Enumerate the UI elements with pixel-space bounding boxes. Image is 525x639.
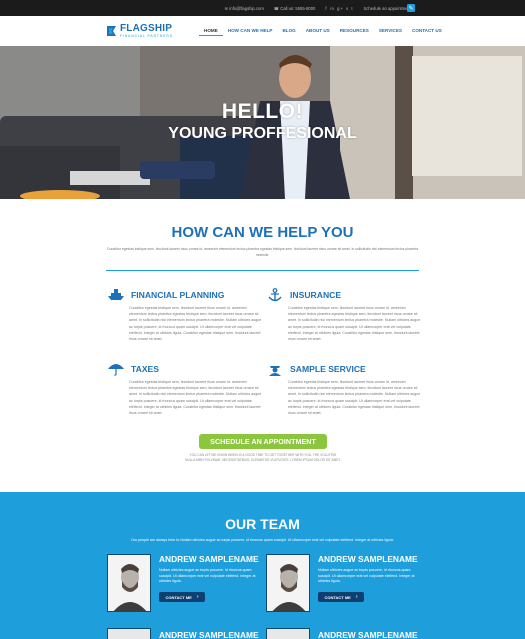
- service-insurance: INSURANCE Curabitur egestas tristique se…: [266, 288, 421, 342]
- service-text: Curabitur egestas tristique sem, tincidu…: [129, 306, 262, 342]
- flag-logo-icon: [106, 25, 117, 38]
- team-member-card: ANDREW SAMPLENAME Nullam ultricies augue…: [107, 554, 262, 612]
- brand-name: FLAGSHIP: [120, 23, 173, 34]
- chevron-right-icon: ›: [196, 594, 199, 600]
- service-taxes: TAXES Curabitur egestas tristique sem, t…: [107, 363, 262, 416]
- member-name: ANDREW SAMPLENAME: [159, 630, 259, 639]
- nav-item-about-us[interactable]: ABOUT US: [301, 26, 335, 36]
- member-name: ANDREW SAMPLENAME: [318, 554, 418, 564]
- umbrella-icon: [107, 362, 125, 376]
- team-intro: Our people are always here to Nullam ult…: [131, 538, 394, 542]
- pencil-icon[interactable]: ✎: [407, 4, 415, 12]
- service-sample-service: SAMPLE SERVICE Curabitur egestas tristiq…: [266, 363, 421, 416]
- avatar: [266, 628, 310, 639]
- ship-icon: [107, 288, 125, 302]
- avatar: [107, 554, 151, 612]
- service-title: SAMPLE SERVICE: [290, 364, 366, 374]
- avatar: [107, 628, 151, 639]
- avatar: [266, 554, 310, 612]
- service-title: FINANCIAL PLANNING: [131, 290, 225, 300]
- schedule-link[interactable]: Schedule an appointment: [364, 6, 412, 11]
- service-title: INSURANCE: [290, 290, 342, 300]
- phone-text: ☎ Call us: 5555-8000: [273, 5, 316, 11]
- service-text: Curabitur egestas tristique sem, tincidu…: [129, 380, 262, 416]
- hero-banner: HELLO! YOUNG PROFFESIONAL: [0, 46, 525, 199]
- nav-menu: HOME HOW CAN WE HELP BLOG ABOUT US RESOU…: [199, 26, 447, 36]
- service-title: TAXES: [131, 364, 160, 374]
- nav-item-blog[interactable]: BLOG: [277, 26, 300, 36]
- logo[interactable]: FLAGSHIP FINANCIAL PARTNERS: [106, 24, 173, 38]
- nav-item-contact-us[interactable]: CONTACT US: [407, 26, 447, 36]
- contact-me-button[interactable]: CONTACT ME ›: [318, 592, 364, 602]
- help-intro-text: Curabitur egestas tristique sem, tincidu…: [107, 247, 418, 257]
- member-name: ANDREW SAMPLENAME: [159, 554, 259, 564]
- team-member-card: ANDREW SAMPLENAME Nullam ultricies augue…: [266, 554, 421, 612]
- team-title: OUR TEAM: [225, 516, 300, 532]
- email-link[interactable]: ✉ info@flagship.com: [225, 6, 264, 11]
- captain-icon: [266, 362, 284, 376]
- chevron-right-icon: ›: [355, 594, 358, 600]
- nav-item-home[interactable]: HOME: [199, 26, 223, 36]
- social-icons[interactable]: f in g+ v t: [325, 6, 353, 11]
- cta-note: YOU CAN LET ME KNOW WHEN IS A GOOD TIME …: [185, 453, 341, 462]
- contact-me-button[interactable]: CONTACT ME ›: [159, 592, 205, 602]
- schedule-appointment-button[interactable]: SCHEDULE AN APPOINTMENT: [199, 434, 327, 449]
- nav-item-how-can-we-help[interactable]: HOW CAN WE HELP: [223, 26, 278, 36]
- brand-tagline: FINANCIAL PARTNERS: [120, 34, 173, 38]
- hero-subtitle: YOUNG PROFFESIONAL: [168, 125, 357, 142]
- team-section: OUR TEAM Our people are always here to N…: [0, 492, 525, 639]
- member-bio: Nullam ultricies augue ac turpis posuere…: [159, 568, 256, 584]
- service-financial-planning: FINANCIAL PLANNING Curabitur egestas tri…: [107, 289, 262, 342]
- main-nav: FLAGSHIP FINANCIAL PARTNERS HOME HOW CAN…: [0, 16, 525, 46]
- member-bio: Nullam ultricies augue ac turpis posuere…: [318, 568, 415, 584]
- service-text: Curabitur egestas tristique sem, tincidu…: [288, 380, 421, 416]
- service-text: Curabitur egestas tristique sem, tincidu…: [288, 306, 421, 342]
- nav-item-services[interactable]: SERVICES: [374, 26, 407, 36]
- section-divider: [106, 270, 419, 271]
- anchor-icon: [266, 288, 284, 302]
- top-bar: ✉ info@flagship.com ☎ Call us: 5555-8000…: [0, 0, 525, 16]
- nav-item-resources[interactable]: RESOURCES: [335, 26, 374, 36]
- member-name: ANDREW SAMPLENAME: [318, 630, 418, 639]
- hero-title: HELLO!: [221, 100, 304, 123]
- help-section-title: HOW CAN WE HELP YOU: [171, 224, 354, 241]
